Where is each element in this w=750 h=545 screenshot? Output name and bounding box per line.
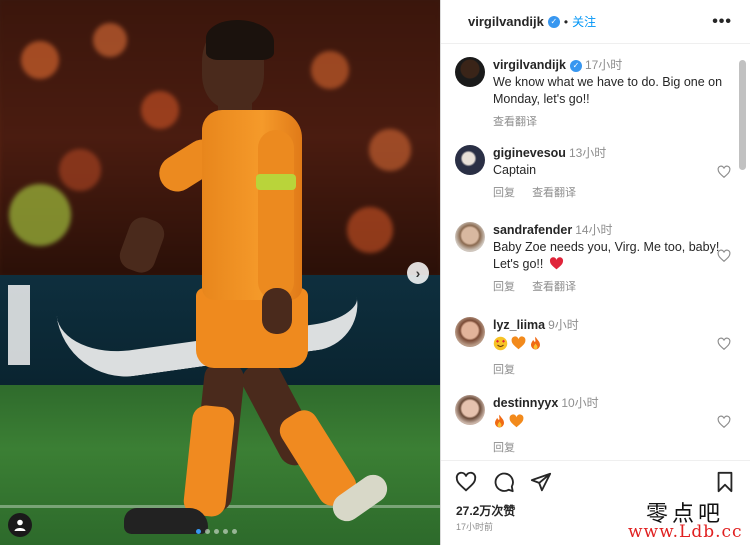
verified-badge-icon: ✓ <box>569 59 582 72</box>
see-translation-button[interactable]: 查看翻译 <box>493 116 537 128</box>
player-figure <box>110 18 410 538</box>
carousel-dot <box>196 529 201 534</box>
post-header: virgilvandijk ✓ • 关注 ••• <box>441 0 750 44</box>
comment-bubble-icon[interactable] <box>493 471 515 493</box>
comment-time[interactable]: 14小时 <box>575 223 612 237</box>
watermark-url: www.Ldb.cc <box>628 522 743 542</box>
share-send-icon[interactable] <box>530 471 552 493</box>
carousel-dot <box>214 529 219 534</box>
see-translation-button[interactable]: 查看翻译 <box>532 281 576 293</box>
comment-username[interactable]: lyz_liima <box>493 318 545 332</box>
list-item: lyz_liima 9小时 回复 <box>455 317 735 377</box>
comment-actions: 回复 查看翻译 <box>493 279 725 296</box>
more-options-icon[interactable]: ••• <box>712 13 732 31</box>
comments-scrollbar-thumb[interactable] <box>739 60 746 170</box>
reply-button[interactable]: 回复 <box>493 442 515 454</box>
red-heart-icon <box>549 257 563 270</box>
caption-comment: virgilvandijk ✓ 17小时 We know what we have … <box>455 57 735 128</box>
reply-button[interactable]: 回复 <box>493 281 515 293</box>
comment-time[interactable]: 10小时 <box>561 396 598 410</box>
orange-heart-icon <box>509 414 524 428</box>
carousel-dot <box>205 529 210 534</box>
comment-time[interactable]: 9小时 <box>548 318 579 332</box>
like-comment-heart-icon[interactable] <box>717 415 731 429</box>
comment-body: lyz_liima 9小时 回复 <box>493 317 725 379</box>
likes-count[interactable]: 27.2万次赞 <box>456 502 515 519</box>
verified-badge-icon: ✓ <box>547 15 560 28</box>
site-watermark: 零点吧 www.Ldb.cc <box>628 490 750 545</box>
comment-actions: 回复 <box>493 440 725 457</box>
player-arm-right <box>258 130 294 300</box>
comment-body: virgilvandijk ✓ 17小时 We know what we have … <box>493 57 725 131</box>
list-item: giginevesou 13小时 Captain 回复 查看翻译 <box>455 145 735 205</box>
smiling-face-hearts-icon <box>493 336 508 351</box>
orange-heart-icon <box>511 336 526 350</box>
fire-icon <box>495 414 504 428</box>
emoji-row <box>493 336 542 351</box>
reply-button[interactable]: 回复 <box>493 364 515 376</box>
comment-time[interactable]: 13小时 <box>569 146 606 160</box>
player-forearm-left <box>115 213 169 277</box>
avatar[interactable] <box>455 395 485 425</box>
carousel-dot <box>232 529 237 534</box>
author-username[interactable]: virgilvandijk <box>468 14 544 29</box>
like-comment-heart-icon[interactable] <box>717 249 731 263</box>
emoji-row <box>493 414 524 429</box>
comment-text: Baby Zoe needs you, Virg. Me too, baby! … <box>493 240 720 271</box>
next-image-button[interactable]: › <box>407 262 429 284</box>
comment-text: Captain <box>493 163 537 177</box>
avatar[interactable] <box>455 222 485 252</box>
comment-body: sandrafender 14小时 Baby Zoe needs you, Vir… <box>493 222 725 296</box>
comment-time[interactable]: 17小时 <box>585 58 622 72</box>
fire-icon <box>531 336 540 350</box>
like-comment-heart-icon[interactable] <box>717 165 731 179</box>
player-hand-right <box>262 288 292 334</box>
comment-list[interactable]: virgilvandijk ✓ 17小时 We know what we have … <box>441 45 737 458</box>
post-side-panel: virgilvandijk ✓ • 关注 ••• virgilvandijk ✓ 1… <box>440 0 750 545</box>
carousel-dot <box>223 529 228 534</box>
board-letter <box>8 285 30 365</box>
player-hair <box>206 20 274 60</box>
avatar[interactable] <box>455 145 485 175</box>
person-icon <box>14 519 26 531</box>
list-item: destinnyyx 10小时 回复 <box>455 395 735 455</box>
comment-body: destinnyyx 10小时 回复 <box>493 395 725 457</box>
comment-actions: 查看翻译 <box>493 114 725 131</box>
see-translation-button[interactable]: 查看翻译 <box>532 187 576 199</box>
tagged-people-button[interactable] <box>8 513 32 537</box>
avatar[interactable] <box>455 317 485 347</box>
comment-username[interactable]: sandrafender <box>493 223 572 237</box>
post-time-ago[interactable]: 17小时前 <box>456 520 493 533</box>
like-comment-heart-icon[interactable] <box>717 337 731 351</box>
comment-username[interactable]: destinnyyx <box>493 396 558 410</box>
like-heart-icon[interactable] <box>455 471 477 493</box>
avatar[interactable] <box>455 57 485 87</box>
comment-actions: 回复 查看翻译 <box>493 185 725 202</box>
comment-username[interactable]: virgilvandijk <box>493 58 566 72</box>
list-item: sandrafender 14小时 Baby Zoe needs you, Vir… <box>455 222 735 300</box>
comment-body: giginevesou 13小时 Captain 回复 查看翻译 <box>493 145 725 202</box>
carousel-dots <box>196 529 237 534</box>
captain-armband <box>256 174 296 190</box>
comment-username[interactable]: giginevesou <box>493 146 566 160</box>
comment-text: We know what we have to do. Big one on M… <box>493 75 723 106</box>
post-photo[interactable]: › <box>0 0 440 545</box>
follow-button[interactable]: 关注 <box>572 13 596 30</box>
reply-button[interactable]: 回复 <box>493 187 515 199</box>
separator-dot: • <box>563 14 569 29</box>
comment-actions: 回复 <box>493 362 725 379</box>
